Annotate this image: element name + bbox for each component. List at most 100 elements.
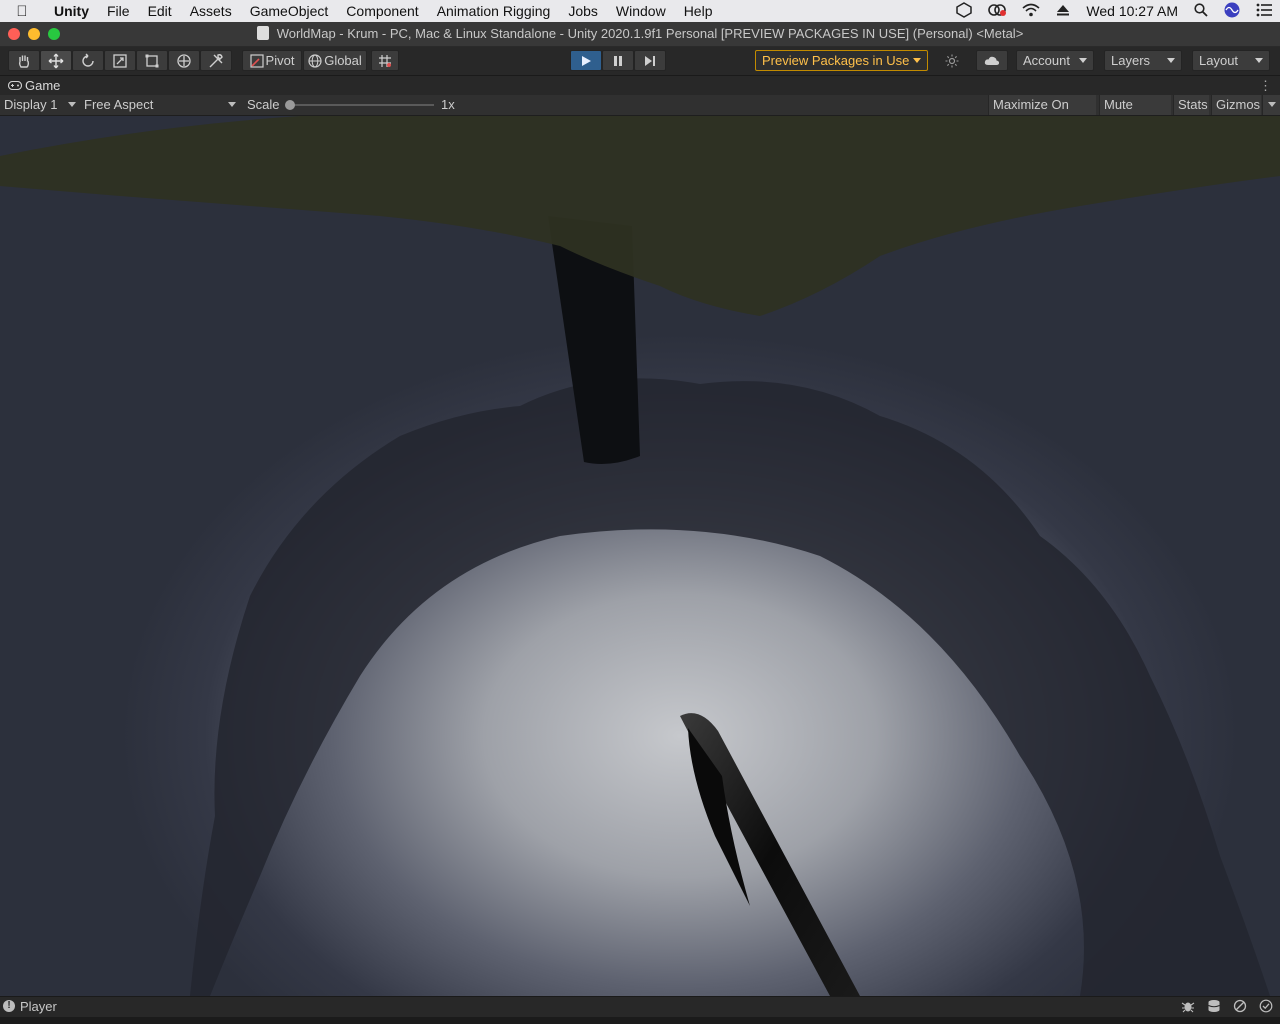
cache-server-icon[interactable] — [1206, 999, 1221, 1014]
chevron-down-icon — [68, 102, 76, 107]
collab-sun-icon — [945, 54, 959, 67]
window-title-text: WorldMap - Krum - PC, Mac & Linux Standa… — [276, 26, 1024, 41]
chevron-down-icon — [913, 58, 921, 63]
more-options-icon[interactable]: ⋮ — [1259, 76, 1272, 95]
gamepad-icon — [7, 80, 23, 91]
rotate-tool-button[interactable] — [72, 50, 104, 71]
scale-slider-thumb[interactable] — [285, 100, 295, 110]
scale-label: Scale — [247, 97, 280, 112]
editor-toolbar: Pivot Global Preview Packages in Use Acc… — [0, 47, 1280, 76]
services-button[interactable] — [938, 50, 966, 71]
rotate-icon — [82, 53, 94, 67]
view-tab-bar: Game ⋮ — [0, 76, 1280, 95]
window-bottom-edge — [0, 1017, 1280, 1024]
step-forward-icon — [645, 55, 655, 66]
preview-packages-dropdown[interactable]: Preview Packages in Use — [755, 50, 928, 71]
gizmos-dropdown[interactable] — [1262, 95, 1280, 115]
unity-status-icon[interactable] — [956, 1, 973, 21]
pivot-toggle-button[interactable]: Pivot — [242, 50, 302, 71]
game-view-controls: Display 1 Free Aspect Scale 1x Maximize … — [0, 95, 1280, 132]
info-icon: ! — [3, 1000, 15, 1012]
menu-animation-rigging[interactable]: Animation Rigging — [428, 0, 560, 22]
account-dropdown[interactable]: Account — [1016, 50, 1094, 71]
stats-toggle[interactable]: Stats — [1173, 95, 1209, 115]
chevron-down-icon — [1079, 58, 1087, 63]
hand-tool-button[interactable] — [8, 50, 40, 71]
scale-icon — [113, 53, 127, 68]
custom-tools-button[interactable] — [200, 50, 232, 71]
chevron-down-icon — [228, 102, 236, 107]
account-label: Account — [1023, 53, 1070, 68]
menu-help[interactable]: Help — [675, 0, 722, 22]
tab-game-label: Game — [25, 78, 61, 93]
layers-dropdown[interactable]: Layers — [1104, 50, 1182, 71]
creative-cloud-icon[interactable] — [988, 3, 1007, 20]
menu-assets[interactable]: Assets — [181, 0, 241, 22]
preview-packages-label: Preview Packages in Use — [762, 53, 910, 68]
cloud-button[interactable] — [976, 50, 1008, 71]
tab-game[interactable]: Game — [0, 76, 69, 95]
auto-generate-lighting-icon[interactable] — [1232, 999, 1247, 1014]
menu-component[interactable]: Component — [337, 0, 427, 22]
step-button[interactable] — [634, 50, 666, 71]
window-title-bar: WorldMap - Krum - PC, Mac & Linux Standa… — [0, 22, 1280, 47]
eject-icon[interactable] — [1056, 3, 1070, 19]
pivot-icon — [249, 53, 264, 68]
macos-menu-bar:  Unity File Edit Assets GameObject Comp… — [0, 0, 1280, 22]
menubar-clock[interactable]: Wed 10:27 AM — [1086, 3, 1178, 19]
window-title: WorldMap - Krum - PC, Mac & Linux Standa… — [0, 22, 1280, 46]
rect-transform-icon — [145, 54, 159, 67]
display-value: Display 1 — [4, 97, 58, 112]
menu-file[interactable]: File — [98, 0, 139, 22]
game-viewport[interactable] — [0, 116, 1280, 996]
globe-icon — [308, 53, 322, 68]
mute-audio-toggle[interactable]: Mute Audio — [1099, 95, 1171, 132]
chevron-down-icon — [1255, 58, 1263, 63]
menu-jobs[interactable]: Jobs — [559, 0, 607, 22]
wifi-icon[interactable] — [1022, 3, 1040, 20]
notification-center-icon[interactable] — [1256, 3, 1272, 20]
layout-label: Layout — [1199, 53, 1239, 68]
pause-button[interactable] — [602, 50, 634, 71]
play-icon — [582, 55, 591, 66]
transform-gizmo-icon — [177, 53, 191, 68]
grid-snap-icon — [379, 54, 391, 67]
menu-window[interactable]: Window — [607, 0, 675, 22]
chevron-down-icon — [1167, 58, 1175, 63]
status-message[interactable]: Player — [20, 997, 57, 1017]
maximize-on-play-toggle[interactable]: Maximize On Play — [988, 95, 1096, 132]
move-arrows-icon — [48, 53, 64, 68]
snap-increment-button[interactable] — [371, 50, 399, 71]
menu-gameobject[interactable]: GameObject — [241, 0, 338, 22]
unity-document-icon — [256, 26, 269, 40]
game-scene-render — [0, 116, 1280, 996]
chevron-down-icon — [1268, 102, 1276, 107]
siri-icon[interactable] — [1224, 2, 1240, 21]
gizmos-toggle[interactable]: Gizmos — [1211, 95, 1261, 115]
scale-tool-button[interactable] — [104, 50, 136, 71]
debug-bug-icon[interactable] — [1180, 999, 1195, 1014]
global-toggle-button[interactable]: Global — [303, 50, 367, 71]
pivot-label: Pivot — [265, 53, 295, 68]
progress-check-icon[interactable] — [1258, 999, 1273, 1014]
status-bar: ! Player — [0, 996, 1280, 1017]
layers-label: Layers — [1111, 53, 1151, 68]
wrench-screwdriver-icon — [209, 53, 223, 67]
aspect-value: Free Aspect — [84, 97, 154, 112]
display-dropdown[interactable]: Display 1 — [4, 95, 78, 115]
scale-slider-track[interactable] — [290, 104, 434, 106]
global-label: Global — [324, 53, 362, 68]
apple-menu-icon[interactable]:  — [0, 3, 44, 20]
aspect-dropdown[interactable]: Free Aspect — [84, 95, 238, 115]
app-menu-unity[interactable]: Unity — [44, 0, 98, 22]
rect-tool-button[interactable] — [136, 50, 168, 71]
pause-icon — [614, 55, 622, 66]
transform-tool-button[interactable] — [168, 50, 200, 71]
move-tool-button[interactable] — [40, 50, 72, 71]
layout-dropdown[interactable]: Layout — [1192, 50, 1270, 71]
menu-edit[interactable]: Edit — [139, 0, 181, 22]
spotlight-search-icon[interactable] — [1194, 2, 1208, 20]
scale-value: 1x — [441, 97, 455, 112]
play-button[interactable] — [570, 50, 602, 71]
hand-icon — [18, 55, 30, 68]
